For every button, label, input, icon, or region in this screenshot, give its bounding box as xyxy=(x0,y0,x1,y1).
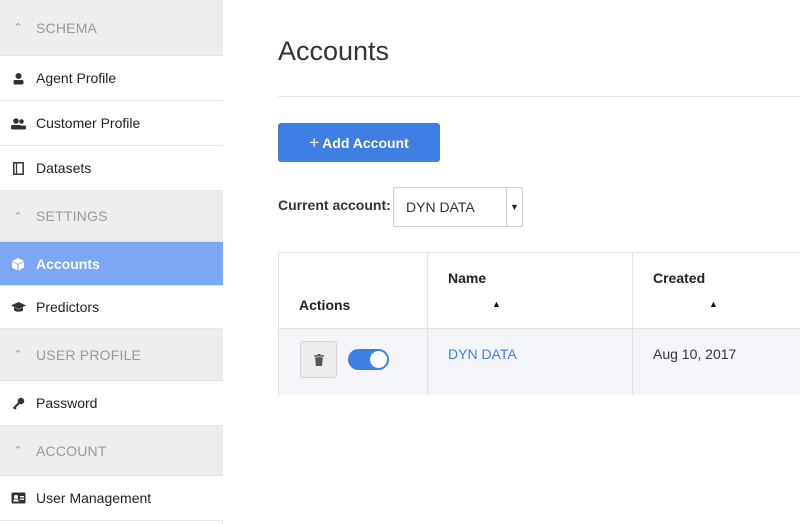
header-name-cell[interactable]: Name ▲ xyxy=(428,253,633,328)
users-icon xyxy=(0,117,36,130)
account-name-link[interactable]: DYN DATA xyxy=(448,346,517,362)
current-account-select[interactable]: DYN DATA ▼ xyxy=(393,187,523,227)
sidebar-item-datasets[interactable]: Datasets xyxy=(0,146,223,191)
agent-icon xyxy=(0,72,36,85)
accounts-table: Actions Name ▲ Created ▲ DYN DATA Aug 10… xyxy=(278,252,800,395)
table-row: DYN DATA Aug 10, 2017 xyxy=(279,329,800,395)
add-account-label: Add Account xyxy=(322,134,409,151)
sidebar-item-label: Accounts xyxy=(36,255,100,272)
sort-asc-icon[interactable]: ▲ xyxy=(709,299,718,309)
chevron-up-icon: ⌃ xyxy=(13,210,23,223)
chevron-up-icon: ⌃ xyxy=(13,22,23,34)
sort-asc-icon[interactable]: ▲ xyxy=(492,299,501,309)
sidebar-item-label: Datasets xyxy=(36,160,92,176)
section-title: ACCOUNT xyxy=(36,442,107,459)
toggle-knob xyxy=(370,351,387,368)
trash-icon xyxy=(313,353,324,366)
column-header-created: Created xyxy=(653,270,706,286)
section-title: SETTINGS xyxy=(36,208,108,224)
sidebar-item-agent-profile[interactable]: Agent Profile xyxy=(0,56,223,101)
key-icon xyxy=(0,397,36,410)
sidebar-item-label: Password xyxy=(36,395,98,411)
table-header-row: Actions Name ▲ Created ▲ xyxy=(279,253,800,329)
section-header-schema[interactable]: ⌃ SCHEMA xyxy=(0,0,223,56)
chevron-up-icon: ⌃ xyxy=(13,349,23,361)
section-header-settings[interactable]: ⌃ SETTINGS xyxy=(0,191,223,242)
sidebar-item-customer-profile[interactable]: Customer Profile xyxy=(0,101,223,146)
column-header-actions: Actions xyxy=(299,297,351,313)
header-actions-cell: Actions xyxy=(279,253,428,328)
section-header-account[interactable]: ⌃ ACCOUNT xyxy=(0,426,223,476)
section-header-user-profile[interactable]: ⌃ USER PROFILE xyxy=(0,329,223,381)
enabled-toggle[interactable] xyxy=(348,349,389,370)
created-date: Aug 10, 2017 xyxy=(653,346,737,362)
section-title: USER PROFILE xyxy=(36,346,142,363)
dataset-icon xyxy=(0,161,36,175)
sidebar-item-label: User Management xyxy=(36,490,152,506)
divider xyxy=(278,96,800,97)
sidebar-item-password[interactable]: Password xyxy=(0,381,223,426)
name-cell: DYN DATA xyxy=(428,329,633,395)
current-account-value: DYN DATA xyxy=(406,199,475,215)
page-title: Accounts xyxy=(278,36,390,66)
id-card-icon xyxy=(0,492,36,504)
add-account-button[interactable]: + Add Account xyxy=(278,123,440,162)
sidebar-item-label: Predictors xyxy=(36,299,100,315)
plus-icon: + xyxy=(309,132,320,152)
delete-button[interactable] xyxy=(300,341,337,378)
section-title: SCHEMA xyxy=(36,19,98,36)
chevron-up-icon: ⌃ xyxy=(13,445,23,457)
created-cell: Aug 10, 2017 xyxy=(633,329,800,395)
column-header-name: Name xyxy=(448,270,487,286)
sidebar-item-accounts[interactable]: Accounts xyxy=(0,242,223,286)
sidebar-item-label: Agent Profile xyxy=(36,70,117,86)
sidebar-item-user-management[interactable]: User Management xyxy=(0,476,223,521)
sidebar-item-label: Customer Profile xyxy=(36,115,141,131)
current-account-label: Current account: xyxy=(278,197,391,213)
sidebar-item-predictors[interactable]: Predictors xyxy=(0,286,223,329)
graduation-cap-icon xyxy=(0,301,36,313)
actions-cell xyxy=(279,329,428,395)
caret-down-icon: ▼ xyxy=(506,188,522,226)
header-created-cell[interactable]: Created ▲ xyxy=(633,253,800,328)
cube-icon xyxy=(0,257,36,271)
sidebar: ⌃ SCHEMA Agent Profile Customer Profile … xyxy=(0,0,223,524)
